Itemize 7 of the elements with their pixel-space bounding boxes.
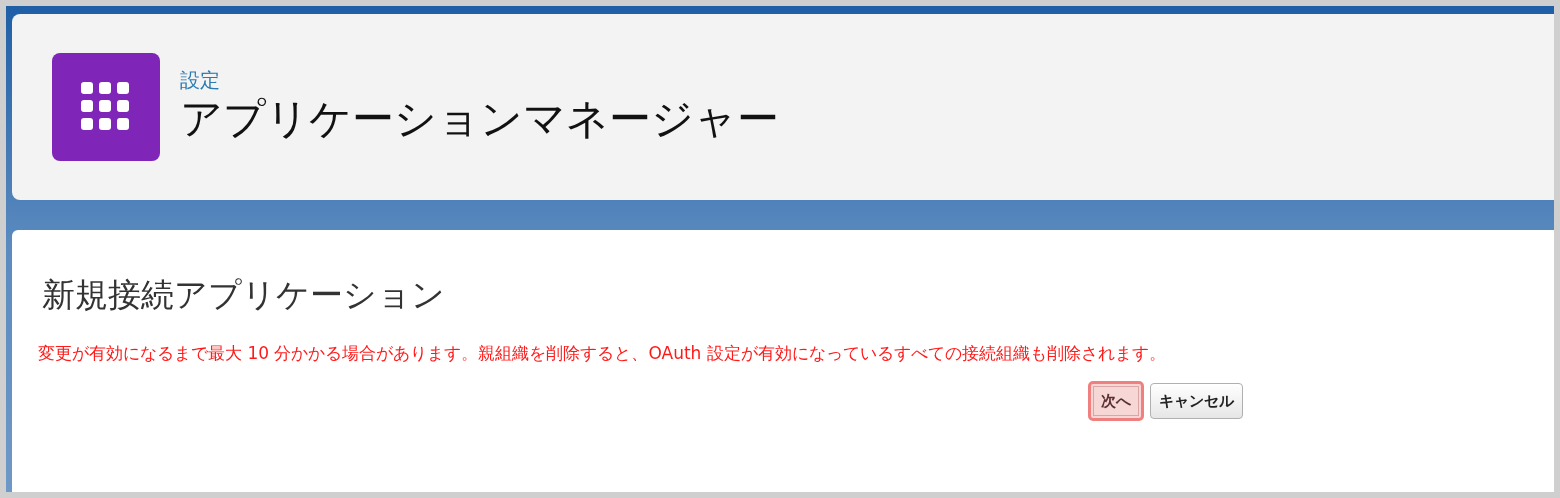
cancel-button[interactable]: キャンセル	[1150, 382, 1243, 419]
next-button[interactable]: 次へ	[1088, 380, 1144, 421]
breadcrumb-link[interactable]: 設定	[180, 68, 220, 94]
panel-title: 新規接続アプリケーション	[42, 274, 445, 316]
warning-message: 変更が有効になるまで最大 10 分かかる場合があります。親組織を削除すると、OAuth 設定が有効になっているすべての接続組織も削除されます。	[38, 342, 1166, 366]
app-grid-icon	[52, 53, 160, 161]
page-title: アプリケーションマネージャー	[180, 93, 779, 146]
